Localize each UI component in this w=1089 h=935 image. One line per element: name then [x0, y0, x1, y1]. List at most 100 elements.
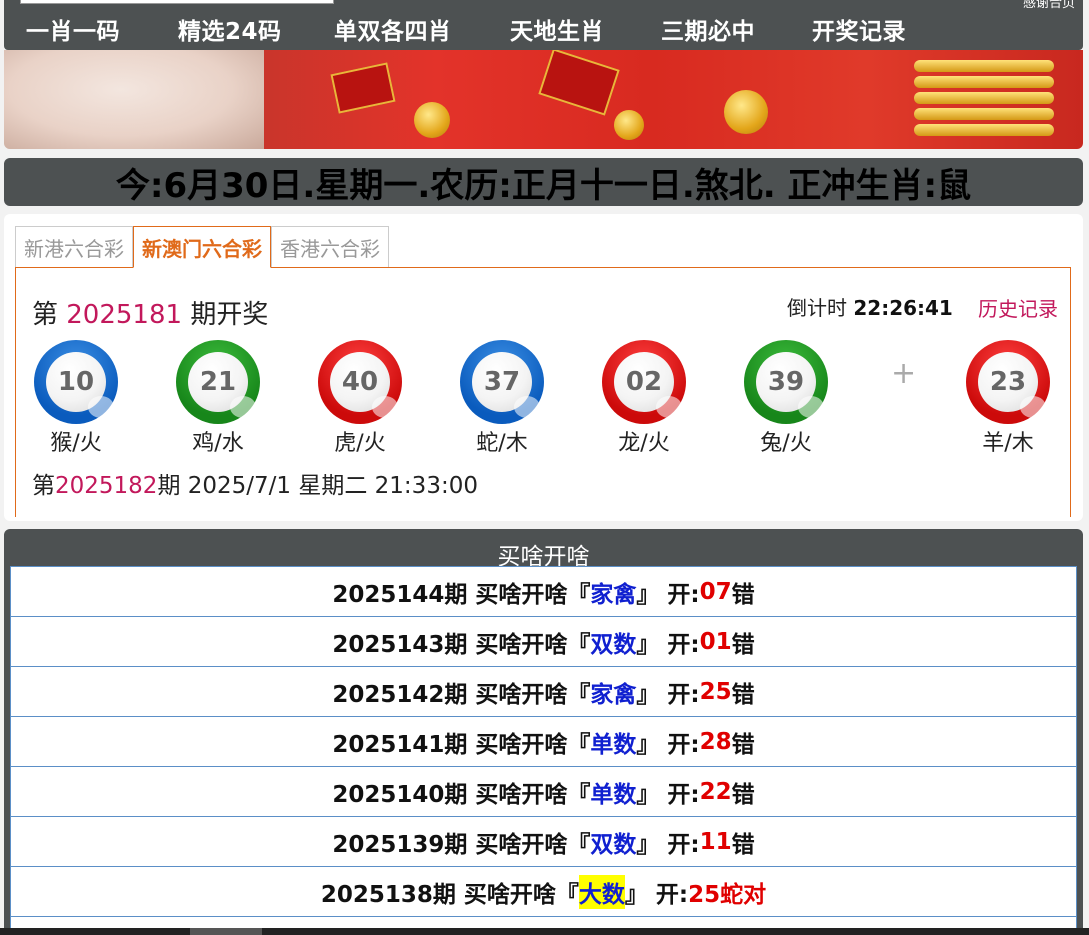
nav-item-sanqi[interactable]: 三期必中 [661, 12, 755, 46]
row-result: 错 [731, 731, 755, 758]
row-pick: 家禽 [590, 581, 637, 608]
ball-zodiac: 蛇/木 [476, 431, 528, 456]
ball-number: 37 [472, 352, 532, 412]
row-num: 28 [699, 728, 732, 755]
row-period: 2025139期 买啥开啥『 [332, 831, 591, 858]
row-period: 2025143期 买啥开啥『 [332, 631, 591, 658]
ball-number: 21 [188, 352, 248, 412]
nav-item-jingxuan-24ma[interactable]: 精选24码 [178, 12, 282, 46]
ball-3: 40 [318, 340, 402, 424]
next-period: 2025182 [55, 473, 158, 499]
ball-zodiac: 虎/火 [334, 431, 386, 456]
corner-text: 感谢合页 [1022, 0, 1075, 11]
tab-xingang[interactable]: 新港六合彩 [15, 226, 133, 268]
nav-item-danshuang[interactable]: 单双各四肖 [334, 12, 452, 46]
draw-panel: 第 2025181 期开奖 倒计时 22:26:41 历史记录 10 猴/火 2… [15, 267, 1071, 517]
row-num: 11 [699, 828, 732, 855]
row-period: 2025140期 买啥开啥『 [332, 781, 591, 808]
row-pick: 大数 [578, 874, 625, 909]
row-mid: 』 开: [636, 581, 700, 608]
nav-item-kaijiang-jilu[interactable]: 开奖记录 [812, 12, 906, 46]
date-strip: 今:6月30日.星期一.农历:正月十一日.煞北. 正冲生肖:鼠 [4, 158, 1083, 206]
gold-coin-icon [414, 102, 450, 138]
plus-sign: + [891, 356, 917, 391]
gold-coin-icon [614, 110, 644, 140]
row-period: 2025144期 买啥开啥『 [332, 581, 591, 608]
ball-2: 21 [176, 340, 260, 424]
nav-item-tiandi[interactable]: 天地生肖 [510, 12, 604, 46]
row-result: 错 [731, 631, 755, 658]
draw-period: 2025181 [66, 300, 183, 330]
date-text: 今:6月30日.星期一.农历:正月十一日.煞北. 正冲生肖:鼠 [115, 165, 972, 206]
red-envelope-icon [538, 50, 620, 116]
ball-5: 02 [602, 340, 686, 424]
ball-number: 02 [614, 352, 674, 412]
row-period: 2025138期 买啥开啥『 [320, 881, 579, 908]
ball-number: 23 [978, 352, 1038, 412]
table-row: 2025143期 买啥开啥『 双数』 开: 01 错 [11, 617, 1076, 667]
row-mid: 』 开: [636, 631, 700, 658]
row-result: 错 [731, 681, 755, 708]
row-period: 2025141期 买啥开啥『 [332, 731, 591, 758]
row-mid: 』 开: [636, 681, 700, 708]
top-nav-bar: 感谢合页 一肖一码 精选24码 单双各四肖 天地生肖 三期必中 开奖记录 [4, 0, 1083, 50]
row-mid: 』 开: [636, 831, 700, 858]
row-pick: 单数 [590, 781, 637, 808]
nav-item-yixiao-yima[interactable]: 一肖一码 [26, 12, 120, 46]
row-num: 25蛇对 [688, 881, 767, 908]
search-bar[interactable] [20, 0, 334, 4]
draw-title: 第 2025181 期开奖 [32, 294, 268, 331]
countdown-label: 倒计时 [787, 296, 854, 320]
table-row: 2025138期 买啥开啥『 大数』 开: 25蛇对 [11, 867, 1076, 917]
countdown-value: 22:26:41 [853, 296, 953, 320]
red-envelope-icon [330, 62, 396, 114]
special-zodiac: 羊/木 [982, 431, 1034, 456]
table-row: 2025142期 买啥开啥『 家禽』 开: 25 错 [11, 667, 1076, 717]
special-ball: 23 [966, 340, 1050, 424]
coin-stack-icon [914, 60, 1054, 72]
row-mid: 』 开: [624, 881, 689, 908]
table-row: 2025139期 买啥开啥『 双数』 开: 11 错 [11, 817, 1076, 867]
row-num: 01 [699, 628, 732, 655]
row-num: 25 [699, 678, 732, 705]
next-prefix: 第 [32, 473, 55, 499]
ball-zodiac: 猴/火 [50, 431, 102, 456]
row-result: 错 [731, 781, 755, 808]
history-link[interactable]: 历史记录 [978, 293, 1058, 322]
coin-stack-icon [914, 108, 1054, 120]
row-num: 22 [699, 778, 732, 805]
next-suffix: 期 2025/7/1 星期二 21:33:00 [157, 473, 478, 499]
draw-suffix: 期开奖 [182, 300, 269, 330]
scrollbar-thumb[interactable] [190, 928, 262, 935]
row-num: 07 [699, 578, 732, 605]
ball-6: 39 [744, 340, 828, 424]
row-pick: 单数 [590, 731, 637, 758]
row-mid: 』 开: [636, 731, 700, 758]
coin-stack-icon [914, 92, 1054, 104]
ball-zodiac: 龙/火 [618, 431, 670, 456]
table-row: 2025140期 买啥开啥『 单数』 开: 22 错 [11, 767, 1076, 817]
row-pick: 双数 [590, 631, 637, 658]
row-result: 错 [731, 581, 755, 608]
gold-coin-icon [724, 90, 768, 134]
horizontal-scrollbar[interactable] [0, 928, 1089, 935]
ball-1: 10 [34, 340, 118, 424]
next-draw-info: 第2025182期 2025/7/1 星期二 21:33:00 [32, 466, 478, 500]
table-row: 2025144期 买啥开啥『 家禽』 开: 07 错 [11, 567, 1076, 617]
tab-xinaomen[interactable]: 新澳门六合彩 [133, 226, 271, 268]
promo-banner[interactable] [4, 50, 1083, 149]
banner-model-image [4, 50, 264, 149]
row-period: 2025142期 买啥开啥『 [332, 681, 591, 708]
buy-table: 2025144期 买啥开啥『 家禽』 开: 07 错 2025143期 买啥开啥『 双数… [10, 566, 1077, 935]
row-result: 错 [731, 831, 755, 858]
tab-xianggang[interactable]: 香港六合彩 [271, 226, 389, 268]
ball-4: 37 [460, 340, 544, 424]
row-pick: 家禽 [590, 681, 637, 708]
ball-zodiac: 鸡/水 [192, 431, 244, 456]
row-pick: 双数 [590, 831, 637, 858]
draw-card: 新港六合彩 新澳门六合彩 香港六合彩 第 2025181 期开奖 倒计时 22:… [4, 214, 1083, 521]
ball-zodiac: 兔/火 [760, 431, 812, 456]
buy-section: 买啥开啥 2025144期 买啥开啥『 家禽』 开: 07 错 2025143期 买啥… [4, 529, 1083, 935]
coin-stack-icon [914, 124, 1054, 136]
coin-stack-icon [914, 76, 1054, 88]
